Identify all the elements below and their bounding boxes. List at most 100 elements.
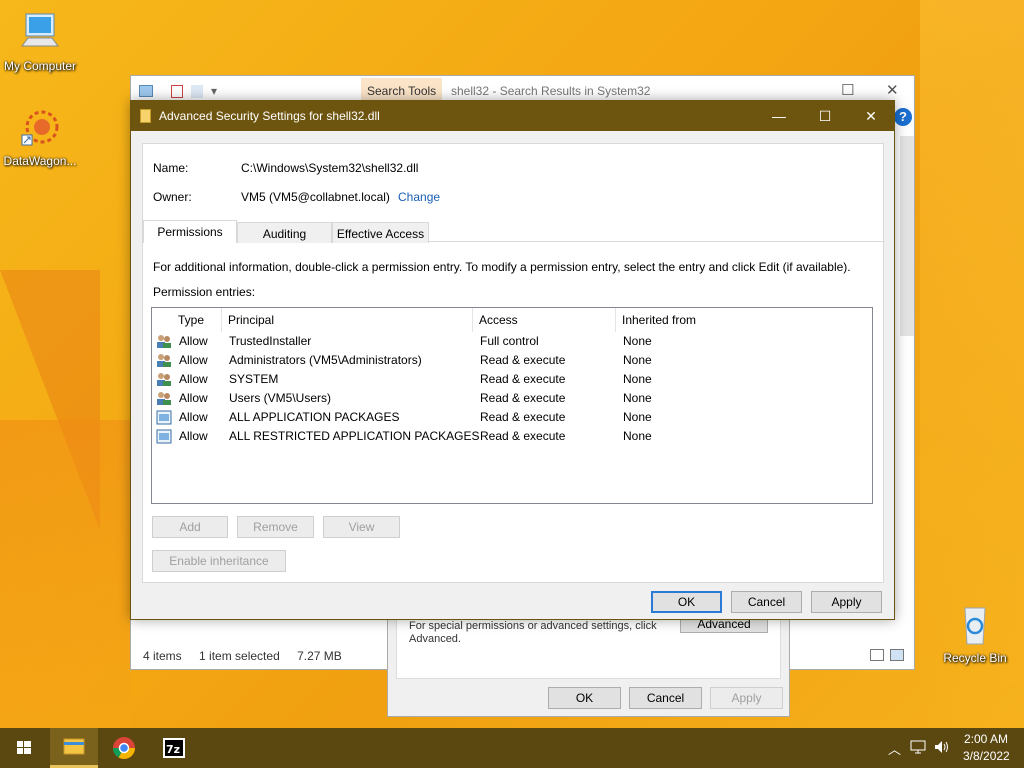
tab-permissions[interactable]: Permissions (143, 220, 237, 243)
properties-icon[interactable] (171, 84, 183, 98)
cancel-button[interactable]: Cancel (731, 591, 802, 613)
svg-text:7z: 7z (166, 743, 180, 756)
file-explorer-icon (63, 738, 85, 755)
props-ok-button[interactable]: OK (548, 687, 621, 709)
minimize-icon[interactable]: — (756, 101, 802, 131)
taskbar-chrome[interactable] (100, 728, 148, 768)
desktop-icon-my-computer[interactable]: My Computer (0, 10, 80, 73)
desktop-icon-label: My Computer (3, 59, 77, 73)
desktop-icon-recycle-bin[interactable]: Recycle Bin (935, 602, 1015, 665)
entry-inherited-from: None (623, 334, 652, 348)
tab-auditing[interactable]: Auditing (237, 222, 332, 243)
entry-access: Read & execute (480, 429, 566, 443)
new-folder-icon[interactable] (191, 84, 203, 98)
change-owner-link[interactable]: Change (398, 190, 440, 204)
entry-access: Read & execute (480, 410, 566, 424)
details-view-icon[interactable] (870, 649, 884, 661)
explorer-scrollbar[interactable] (900, 136, 914, 336)
props-cancel-button[interactable]: Cancel (629, 687, 702, 709)
name-value: C:\Windows\System32\shell32.dll (241, 161, 419, 175)
entry-type: Allow (179, 372, 208, 386)
chrome-icon (113, 737, 135, 759)
entry-inherited-from: None (623, 429, 652, 443)
users-icon (157, 392, 171, 405)
table-row[interactable]: Allow Users (VM5\Users) Read & execute N… (152, 389, 870, 408)
table-row[interactable]: Allow SYSTEM Read & execute None (152, 370, 870, 389)
dialog-title: Advanced Security Settings for shell32.d… (159, 109, 380, 123)
close-icon[interactable]: ✕ (886, 81, 899, 99)
explorer-title: shell32 - Search Results in System32 (451, 84, 651, 98)
column-header-inherited-from[interactable]: Inherited from (616, 308, 870, 332)
close-icon[interactable]: ✕ (848, 101, 894, 131)
users-icon (157, 373, 171, 386)
table-row[interactable]: Allow TrustedInstaller Full control None (152, 332, 870, 351)
status-selected: 1 item selected (199, 649, 280, 663)
wallpaper-shape (0, 420, 130, 730)
entry-type: Allow (179, 410, 208, 424)
customize-toolbar-icon[interactable]: ▾ (211, 84, 217, 98)
add-button[interactable]: Add (152, 516, 228, 538)
taskbar-file-explorer[interactable] (50, 728, 98, 768)
volume-icon[interactable] (933, 739, 951, 758)
entry-type: Allow (179, 429, 208, 443)
ok-button[interactable]: OK (651, 591, 722, 613)
users-icon (157, 335, 171, 348)
permission-entries-label: Permission entries: (153, 285, 256, 299)
windows-logo-icon (17, 741, 31, 754)
table-row[interactable]: Allow ALL RESTRICTED APPLICATION PACKAGE… (152, 427, 870, 446)
large-icons-view-icon[interactable] (890, 649, 904, 661)
column-header-type[interactable]: Type (172, 308, 222, 332)
entry-access: Read & execute (480, 391, 566, 405)
table-row[interactable]: Allow ALL APPLICATION PACKAGES Read & ex… (152, 408, 870, 427)
table-row[interactable]: Allow Administrators (VM5\Administrators… (152, 351, 870, 370)
network-icon[interactable] (910, 739, 926, 758)
app-package-icon (156, 429, 172, 444)
column-header-principal[interactable]: Principal (222, 308, 473, 332)
lock-folder-icon (140, 109, 151, 123)
entry-principal: Administrators (VM5\Administrators) (229, 353, 422, 367)
props-apply-button[interactable]: Apply (710, 687, 783, 709)
tab-strip: Permissions Auditing Effective Access (143, 220, 883, 243)
apply-button[interactable]: Apply (811, 591, 882, 613)
permissions-info-text: For additional information, double-click… (153, 260, 851, 274)
permission-entries-list[interactable]: Type Principal Access Inherited from All… (151, 307, 873, 504)
help-icon[interactable]: ? (894, 108, 912, 126)
view-button[interactable]: View (323, 516, 400, 538)
folder-icon[interactable] (139, 85, 153, 97)
maximize-icon[interactable]: ☐ (802, 101, 848, 131)
column-header-access[interactable]: Access (473, 308, 616, 332)
desktop-icon-label: DataWagon... (3, 154, 77, 168)
remove-button[interactable]: Remove (237, 516, 314, 538)
entry-inherited-from: None (623, 372, 652, 386)
entry-principal: ALL RESTRICTED APPLICATION PACKAGES (229, 429, 480, 443)
computer-icon (21, 13, 59, 47)
entry-access: Full control (480, 334, 539, 348)
desktop-icon-datawagon[interactable]: DataWagon... (0, 105, 80, 168)
entry-type: Allow (179, 391, 208, 405)
entry-principal: SYSTEM (229, 372, 279, 386)
advanced-hint-text: For special permissions or advanced sett… (409, 620, 657, 645)
show-hidden-icons-chevron-icon[interactable]: ︿ (888, 739, 901, 758)
users-icon (157, 354, 171, 367)
entry-type: Allow (179, 353, 208, 367)
dialog-content-panel: Name: C:\Windows\System32\shell32.dll Ow… (142, 143, 884, 583)
owner-value: VM5 (VM5@collabnet.local) (241, 190, 390, 204)
maximize-icon[interactable]: ☐ (841, 81, 854, 99)
clock[interactable]: 2:00 AM 3/8/2022 (963, 732, 1010, 763)
name-label: Name: (153, 161, 189, 175)
datawagon-icon (21, 110, 59, 146)
clock-time: 2:00 AM (963, 732, 1009, 746)
taskbar: 7z ︿ 2:00 AM 3/8/2022 (0, 728, 1024, 768)
start-button[interactable] (0, 728, 48, 768)
dialog-title-bar[interactable]: Advanced Security Settings for shell32.d… (131, 101, 894, 131)
tab-effective-access[interactable]: Effective Access (332, 222, 429, 243)
advanced-security-dialog: Advanced Security Settings for shell32.d… (130, 100, 895, 620)
status-item-count: 4 items (143, 649, 182, 663)
app-package-icon (156, 410, 172, 425)
taskbar-7zip[interactable]: 7z (150, 728, 198, 768)
entry-inherited-from: None (623, 410, 652, 424)
enable-inheritance-button[interactable]: Enable inheritance (152, 550, 286, 572)
entry-access: Read & execute (480, 372, 566, 386)
desktop-icon-label: Recycle Bin (943, 651, 1007, 665)
entry-principal: Users (VM5\Users) (229, 391, 332, 405)
